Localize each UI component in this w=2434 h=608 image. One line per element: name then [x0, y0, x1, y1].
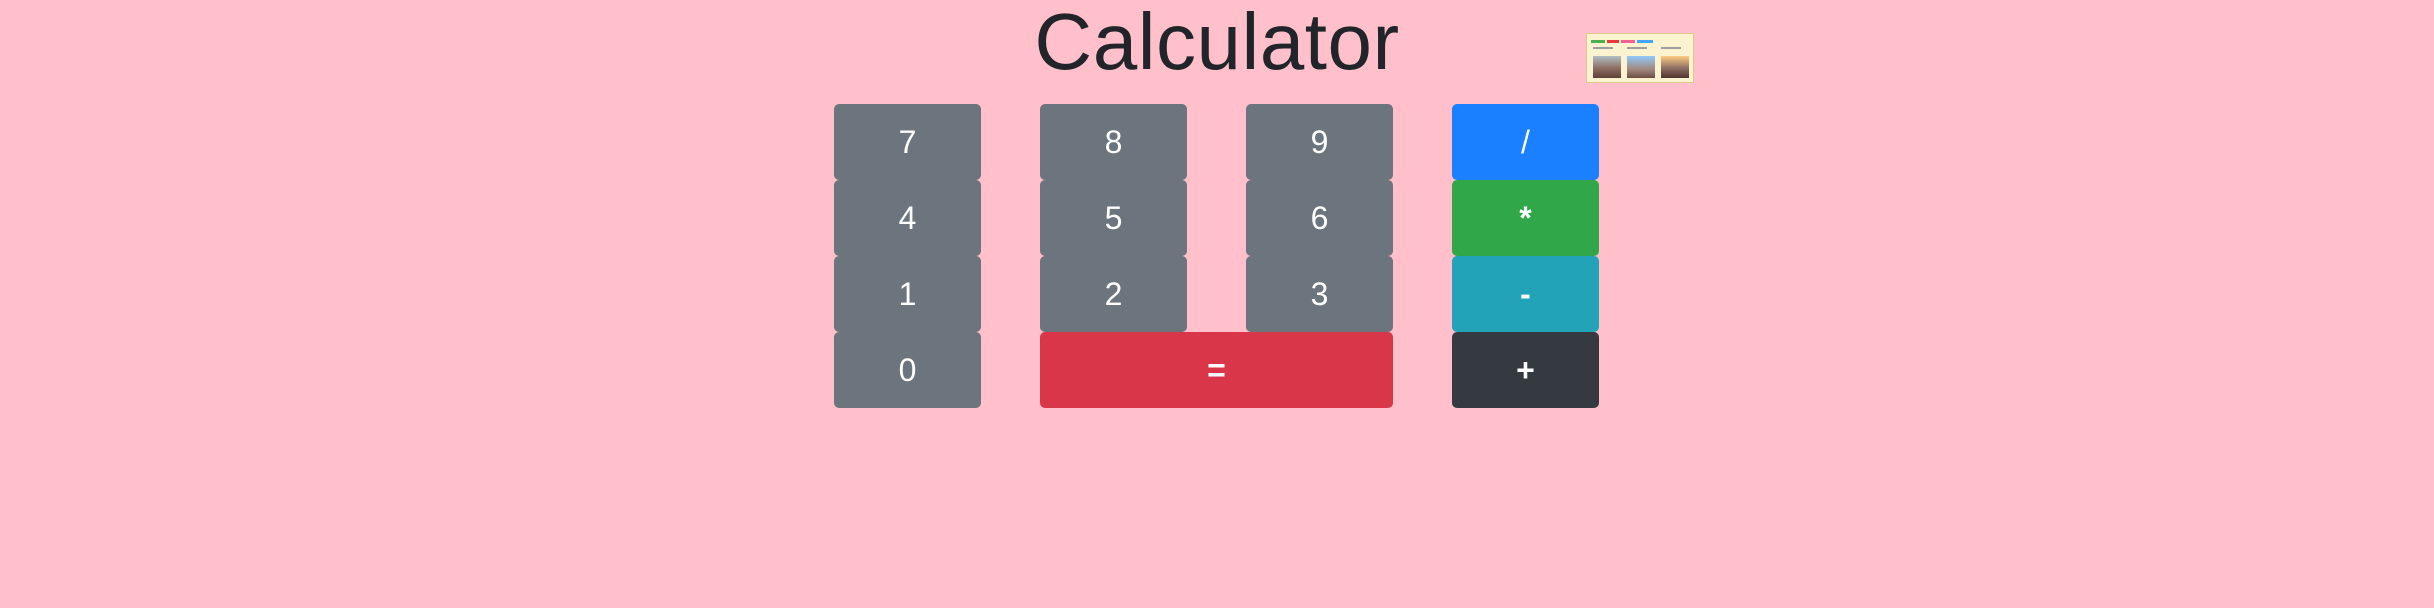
digit-8-button[interactable]: 8 [1040, 104, 1187, 180]
thumbnail-image [1586, 33, 1694, 83]
subtract-button[interactable]: - [1452, 256, 1599, 332]
digit-5-button[interactable]: 5 [1040, 180, 1187, 256]
add-button[interactable]: + [1452, 332, 1599, 408]
digit-2-button[interactable]: 2 [1040, 256, 1187, 332]
divide-button[interactable]: / [1452, 104, 1599, 180]
digit-9-button[interactable]: 9 [1246, 104, 1393, 180]
digit-4-button[interactable]: 4 [834, 180, 981, 256]
digit-6-button[interactable]: 6 [1246, 180, 1393, 256]
digit-1-button[interactable]: 1 [834, 256, 981, 332]
digit-7-button[interactable]: 7 [834, 104, 981, 180]
equals-button[interactable]: = [1040, 332, 1393, 408]
digit-0-button[interactable]: 0 [834, 332, 981, 408]
multiply-button[interactable]: * [1452, 180, 1599, 256]
page-title: Calculator [1034, 0, 1400, 86]
digit-3-button[interactable]: 3 [1246, 256, 1393, 332]
